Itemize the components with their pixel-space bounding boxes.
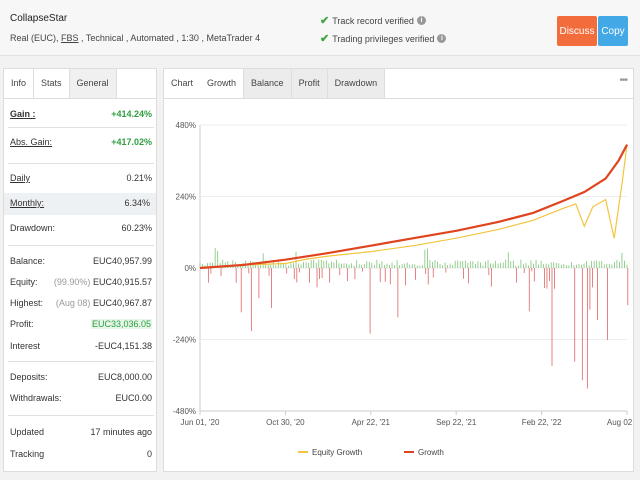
account-name: CollapseStar <box>10 13 68 24</box>
x-tick-label: Apr 22, '21 <box>352 418 391 427</box>
legend-label-equity: Equity Growth <box>312 448 362 457</box>
legend-label-growth: Growth <box>418 448 444 457</box>
trading-privileges-status: ✔ Trading privileges verified i <box>320 32 447 45</box>
stat-label[interactable]: Daily <box>10 173 30 183</box>
stat-value: +417.02% <box>111 137 152 147</box>
stat-value: 0 <box>146 449 152 459</box>
tab-growth[interactable]: Growth <box>200 69 244 98</box>
stats-tabs: Info Stats General <box>4 69 156 99</box>
highest-amount: EUC40,967.87 <box>92 298 152 308</box>
equity-growth-line <box>199 144 628 269</box>
stat-value: 0.21% <box>126 173 152 183</box>
tab-profit[interactable]: Profit <box>290 69 327 98</box>
growth-line <box>199 144 628 270</box>
check-icon: ✔ <box>320 33 330 45</box>
tab-chart[interactable]: Chart <box>164 69 201 98</box>
stat-row-deposits: Deposits: EUC8,000.00 <box>8 370 154 386</box>
stat-row-gain: Gain : +414.24% <box>8 107 154 123</box>
account-description: Real (EUC), FBS , Technical , Automated … <box>10 33 260 43</box>
y-tick-label: -480% <box>173 407 196 416</box>
x-tick-label: Aug 02, '22 <box>607 418 633 427</box>
stat-row-drawdown: Drawdown: 60.23% <box>8 221 154 237</box>
stat-label: Interest <box>10 341 41 351</box>
stat-value: EUC0.00 <box>115 393 152 403</box>
divider <box>8 127 154 128</box>
stat-row-monthly: Monthly: 6.34% <box>4 193 156 215</box>
stat-label: Profit: <box>10 319 34 329</box>
stat-value: (Aug 08) EUC40,967.87 <box>56 298 152 308</box>
account-header: CollapseStar Real (EUC), FBS , Technical… <box>0 0 640 56</box>
stat-row-profit: Profit: EUC33,036.05 <box>8 317 154 333</box>
x-tick-label: Oct 30, '20 <box>266 418 305 427</box>
x-tick-label: Sep 22, '21 <box>436 418 477 427</box>
equity-amount: EUC40,915.57 <box>92 277 152 287</box>
stat-label: Deposits: <box>10 372 48 382</box>
stat-label: Balance: <box>10 256 46 266</box>
account-desc-details: , Technical , Automated , 1:30 , MetaTra… <box>78 33 261 43</box>
stat-label[interactable]: Abs. Gain: <box>10 137 52 147</box>
stat-label: Drawdown: <box>10 223 56 233</box>
more-options-icon[interactable]: ••• <box>619 75 627 86</box>
stat-label: Highest: <box>10 298 44 308</box>
track-record-label: Track record verified <box>332 15 414 26</box>
check-icon: ✔ <box>320 15 330 27</box>
tab-balance[interactable]: Balance <box>243 69 291 98</box>
discuss-button[interactable]: Discuss <box>557 16 597 46</box>
tab-stats[interactable]: Stats <box>34 69 69 98</box>
y-tick-label: 480% <box>176 121 196 130</box>
stat-value: -EUC4,151.38 <box>94 341 152 351</box>
x-tick-label: Jun 01, '20 <box>181 418 220 427</box>
stat-value: (99.90%) EUC40,915.57 <box>54 277 152 287</box>
stat-value: +414.24% <box>111 109 152 119</box>
stat-row-abs-gain: Abs. Gain: +417.02% <box>8 135 154 151</box>
stat-value: 60.23% <box>121 223 152 233</box>
info-icon[interactable]: i <box>416 16 426 25</box>
broker-link[interactable]: FBS <box>61 33 79 43</box>
chart-tabs: Chart Growth Balance Profit Drawdown <box>164 69 633 99</box>
stat-label: Updated <box>10 427 45 437</box>
stat-row-tracking: Tracking 0 <box>8 447 154 463</box>
stat-row-balance: Balance: EUC40,957.99 <box>8 254 154 270</box>
copy-button[interactable]: Copy <box>598 16 628 46</box>
stat-label: Withdrawals: <box>10 393 62 403</box>
highest-date: (Aug 08) <box>55 298 91 308</box>
tab-general[interactable]: General <box>68 69 117 98</box>
y-tick-label: 240% <box>176 193 196 202</box>
stat-value: 17 minutes ago <box>90 427 152 437</box>
divider <box>8 163 154 164</box>
divider <box>8 361 154 362</box>
divider <box>8 415 154 416</box>
equity-percent: (99.90%) <box>53 277 91 287</box>
tab-info[interactable]: Info <box>4 69 35 98</box>
stat-row-updated: Updated 17 minutes ago <box>8 425 154 441</box>
info-icon[interactable]: i <box>437 34 447 43</box>
stat-label[interactable]: Gain : <box>10 109 36 119</box>
y-tick-label: -240% <box>173 336 196 345</box>
stat-row-daily: Daily 0.21% <box>8 171 154 187</box>
stat-label: Tracking <box>10 449 45 459</box>
stat-row-interest: Interest -EUC4,151.38 <box>8 339 154 355</box>
trading-priv-label: Trading privileges verified <box>332 33 435 44</box>
track-record-status: ✔ Track record verified i <box>320 14 426 27</box>
account-desc-type: Real (EUC), <box>10 33 62 43</box>
stat-row-withdrawals: Withdrawals: EUC0.00 <box>8 391 154 407</box>
stat-label[interactable]: Monthly: <box>10 198 44 208</box>
divider <box>8 245 154 246</box>
stats-panel: Info Stats General Gain : +414.24% Abs. … <box>3 68 157 472</box>
y-tick-label: 0% <box>184 264 196 273</box>
stat-value: 6.34% <box>124 198 150 208</box>
tab-drawdown[interactable]: Drawdown <box>326 69 386 98</box>
chart-panel: Chart Growth Balance Profit Drawdown •••… <box>163 68 634 472</box>
stat-row-equity: Equity: (99.90%) EUC40,915.57 <box>8 275 154 291</box>
stat-value: EUC8,000.00 <box>97 372 152 382</box>
x-tick-label: Feb 22, '22 <box>522 418 562 427</box>
stat-row-highest: Highest: (Aug 08) EUC40,967.87 <box>8 296 154 312</box>
growth-chart: 480% 240% 0% -240% -480% Jun 01, '20 Oct 30, '… <box>173 121 633 457</box>
stat-value: EUC33,036.05 <box>90 319 152 329</box>
stat-label: Equity: <box>10 277 38 287</box>
stat-value: EUC40,957.99 <box>92 256 152 266</box>
